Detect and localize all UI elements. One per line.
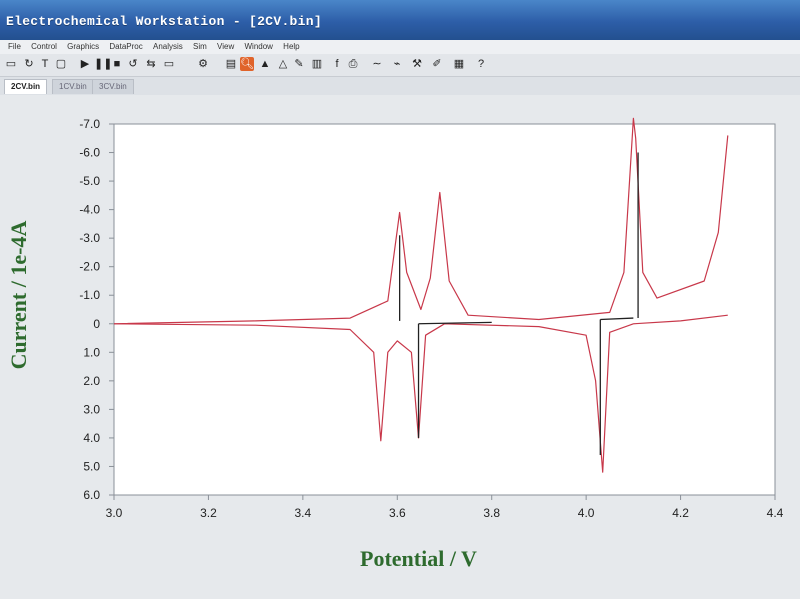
y-tick-label: 3.0 (83, 402, 100, 416)
y-tick-label: -6.0 (79, 146, 100, 160)
run-icon[interactable]: ▶ (78, 57, 92, 71)
tool-icon[interactable]: ⚒ (410, 57, 424, 71)
document-tab-bar: 2CV.bin 1CV.bin 3CV.bin (0, 77, 800, 95)
window-title: Electrochemical Workstation - [2CV.bin] (6, 14, 322, 29)
stop-icon[interactable]: ■ (110, 57, 124, 71)
menu-graphics[interactable]: Graphics (67, 42, 99, 51)
triangle-icon[interactable]: △ (276, 57, 290, 71)
x-axis-title: Potential / V (360, 546, 477, 571)
menu-control[interactable]: Control (31, 42, 57, 51)
menu-bar: File Control Graphics DataProc Analysis … (0, 40, 800, 54)
toolbar: ▭ ↻ T ▢ ▶ ❚❚ ■ ↺ ⇆ ▭ ⚙ ▤ 🔍︎ ▲ △ ✎ ▥ f ⎙ … (0, 54, 800, 77)
y-tick-label: -7.0 (79, 117, 100, 131)
open-icon[interactable]: ▭ (4, 57, 18, 71)
pause-icon[interactable]: ❚❚ (94, 57, 112, 71)
tab-1cv[interactable]: 1CV.bin (52, 79, 94, 94)
menu-dataproc[interactable]: DataProc (109, 42, 142, 51)
tab-2cv[interactable]: 2CV.bin (4, 79, 48, 94)
help-icon[interactable]: ? (474, 57, 488, 71)
x-tick-label: 3.6 (389, 506, 406, 520)
pen-icon[interactable]: ✐ (430, 57, 444, 71)
graph-icon[interactable]: ▤ (224, 57, 238, 71)
settings-icon[interactable]: ⚙ (196, 57, 210, 71)
plot-area: -7.0 -6.0 -5.0 -4.0 -3.0 -2.0 -1.0 0 1.0 2.0 3.0 4.… (0, 95, 800, 599)
plot-frame (113, 123, 776, 496)
title-bar: Electrochemical Workstation - [2CV.bin] (0, 0, 800, 40)
pulse-icon[interactable]: ⌁ (390, 57, 404, 71)
y-tick-label: 5.0 (83, 459, 100, 473)
zoom-icon[interactable]: 🔍︎ (240, 57, 254, 71)
menu-window[interactable]: Window (244, 42, 272, 51)
menu-file[interactable]: File (8, 42, 21, 51)
y-axis-title: Current / 1e-4A (6, 220, 31, 370)
y-tick-label: -4.0 (79, 203, 100, 217)
y-axis-ticks: -7.0 -6.0 -5.0 -4.0 -3.0 -2.0 -1.0 0 1.0 2.0 3.0 4.… (79, 117, 114, 502)
repeat-icon[interactable]: ↺ (126, 57, 140, 71)
window-icon[interactable]: ▢ (54, 57, 68, 71)
colors-icon[interactable]: ▥ (310, 57, 324, 71)
wave-icon[interactable]: ∼ (370, 57, 384, 71)
x-tick-label: 3.4 (295, 506, 312, 520)
x-tick-label: 4.4 (767, 506, 784, 520)
menu-analysis[interactable]: Analysis (153, 42, 183, 51)
menu-view[interactable]: View (217, 42, 234, 51)
y-tick-label: 4.0 (83, 431, 100, 445)
menu-sim[interactable]: Sim (193, 42, 207, 51)
x-tick-label: 3.2 (200, 506, 217, 520)
y-axis-title-box: Current / 1e-4A (4, 175, 34, 415)
peak-icon[interactable]: ▲ (258, 57, 272, 71)
print-icon[interactable]: ⎙ (346, 57, 360, 71)
y-tick-label: -3.0 (79, 231, 100, 245)
y-tick-label: -2.0 (79, 260, 100, 274)
y-tick-label: 0 (93, 317, 100, 331)
brush-icon[interactable]: ✎ (292, 57, 306, 71)
refresh-icon[interactable]: ↻ (22, 57, 36, 71)
y-tick-label: -1.0 (79, 288, 100, 302)
fp-icon[interactable]: f (330, 57, 344, 71)
y-tick-label: 1.0 (83, 345, 100, 359)
y-tick-label: 2.0 (83, 374, 100, 388)
cv-chart: -7.0 -6.0 -5.0 -4.0 -3.0 -2.0 -1.0 0 1.0 2.0 3.0 4.… (79, 117, 784, 520)
x-axis-ticks: 3.0 3.2 3.4 3.6 3.8 4.0 4.2 4.4 (106, 495, 784, 520)
x-tick-label: 4.2 (672, 506, 689, 520)
arrows-icon[interactable]: ⇆ (144, 57, 158, 71)
x-tick-label: 4.0 (578, 506, 595, 520)
text-icon[interactable]: T (38, 57, 52, 71)
y-tick-label: -5.0 (79, 174, 100, 188)
x-tick-label: 3.0 (106, 506, 123, 520)
tab-3cv[interactable]: 3CV.bin (92, 79, 134, 94)
x-tick-label: 3.8 (483, 506, 500, 520)
minus-icon[interactable]: ▭ (162, 57, 176, 71)
grid-icon[interactable]: ▦ (452, 57, 466, 71)
y-tick-label: 6.0 (83, 488, 100, 502)
menu-help[interactable]: Help (283, 42, 299, 51)
